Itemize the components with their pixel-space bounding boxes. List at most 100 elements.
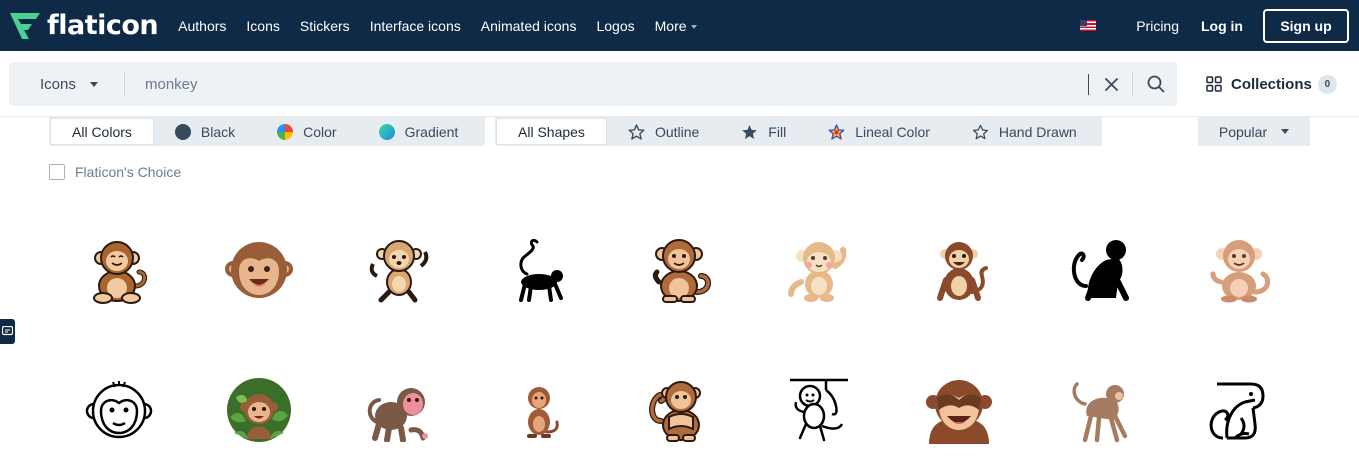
filter-lineal-color-label: Lineal Color xyxy=(855,123,930,140)
result-icon-6[interactable] xyxy=(783,234,855,306)
nav-icons[interactable]: Icons xyxy=(246,18,279,34)
divider xyxy=(124,72,125,96)
chevron-down-icon xyxy=(1281,129,1290,134)
signup-button[interactable]: Sign up xyxy=(1263,8,1349,43)
flaticon-choice-label: Flaticon's Choice xyxy=(75,164,182,180)
sort-select[interactable]: Popular xyxy=(1198,117,1310,146)
result-icon-5[interactable] xyxy=(643,234,715,306)
result-icon-2[interactable] xyxy=(223,234,295,306)
sitting-monkey-icon xyxy=(652,239,711,303)
filter-outline[interactable]: Outline xyxy=(607,117,720,146)
result-icon-3[interactable] xyxy=(363,234,435,306)
star-hand-drawn-icon xyxy=(972,124,988,139)
monkey-face-outline-icon xyxy=(85,381,153,439)
nav-more-label: More xyxy=(654,17,687,34)
result-icon-18[interactable] xyxy=(1203,374,1275,446)
chevron-down-icon xyxy=(89,81,98,87)
black-swatch-icon xyxy=(174,123,191,140)
collections-button[interactable]: Collections 0 xyxy=(1206,62,1337,106)
search-input[interactable]: monkey xyxy=(145,62,198,106)
result-icon-8[interactable] xyxy=(1063,234,1135,306)
filter-lineal-color[interactable]: Lineal Color xyxy=(807,117,951,146)
star-lineal-color-icon xyxy=(828,123,845,140)
filter-gradient[interactable]: Gradient xyxy=(358,117,480,146)
nav-right: Pricing Log in Sign up xyxy=(1080,0,1359,51)
result-icon-7[interactable] xyxy=(923,234,995,306)
sort-label: Popular xyxy=(1218,123,1268,140)
monkey-jungle-icon xyxy=(227,378,291,442)
collections-count-badge: 0 xyxy=(1317,74,1337,94)
search-row: Icons monkey Collections 0 xyxy=(0,51,1359,117)
filter-all-colors[interactable]: All Colors xyxy=(50,118,154,145)
filter-color-label: Color xyxy=(303,123,337,140)
top-navigation: flaticon Authors Icons Stickers Interfac… xyxy=(0,0,1359,51)
filter-outline-label: Outline xyxy=(654,123,700,140)
walking-monkey-icon xyxy=(1072,382,1128,443)
walking-monkey-silhouette-icon xyxy=(519,238,563,302)
brand-name: flaticon xyxy=(47,10,159,41)
result-icon-12[interactable] xyxy=(363,374,435,446)
filter-hand-drawn-label: Hand Drawn xyxy=(998,123,1077,140)
sitting-monkey-icon xyxy=(937,242,988,301)
result-icon-10[interactable] xyxy=(83,374,155,446)
feedback-tab[interactable] xyxy=(0,319,15,344)
result-icon-9[interactable] xyxy=(1203,234,1275,306)
sitting-monkey-silhouette-icon xyxy=(1071,240,1129,301)
flaticon-logo[interactable]: flaticon xyxy=(8,0,159,51)
filter-all-shapes[interactable]: All Shapes xyxy=(496,118,607,145)
star-outline-icon xyxy=(628,123,645,140)
resource-type-label: Icons xyxy=(40,75,76,93)
filter-black-label: Black xyxy=(200,123,236,140)
result-icon-17[interactable] xyxy=(1063,374,1135,446)
filter-gradient-label: Gradient xyxy=(404,123,459,140)
shape-filter-group: All Shapes Outline Fill Lineal Color Han… xyxy=(495,117,1102,146)
filter-fill[interactable]: Fill xyxy=(720,117,807,146)
hiding-monkey-icon xyxy=(649,381,701,442)
nav-stickers[interactable]: Stickers xyxy=(300,18,350,34)
grid-icon xyxy=(1206,76,1222,92)
nav-authors[interactable]: Authors xyxy=(178,18,226,34)
flaticon-choice-filter[interactable]: Flaticon's Choice xyxy=(49,164,181,180)
color-wheel-icon xyxy=(277,123,294,140)
result-icon-4[interactable] xyxy=(503,234,575,306)
result-icon-14[interactable] xyxy=(643,374,715,446)
sitting-monkey-outline-icon xyxy=(1209,382,1265,440)
flaticon-choice-checkbox[interactable] xyxy=(49,164,65,180)
search-button[interactable] xyxy=(1142,70,1170,98)
search-icon xyxy=(1147,75,1165,93)
feedback-icon xyxy=(2,326,13,336)
filter-fill-label: Fill xyxy=(768,123,787,140)
result-icon-13[interactable] xyxy=(503,374,575,446)
search-bar: Icons monkey xyxy=(9,62,1177,106)
star-fill-icon xyxy=(742,124,758,139)
pricing-link[interactable]: Pricing xyxy=(1136,18,1179,34)
nav-more[interactable]: More xyxy=(655,18,697,34)
see-no-evil-monkey-icon xyxy=(926,380,992,444)
nav-logos[interactable]: Logos xyxy=(596,18,634,34)
flaticon-logo-icon xyxy=(10,12,40,39)
nav-animated-icons[interactable]: Animated icons xyxy=(481,18,577,34)
login-link[interactable]: Log in xyxy=(1201,18,1243,34)
collections-label: Collections xyxy=(1231,75,1312,93)
us-flag-icon[interactable] xyxy=(1080,20,1097,31)
text-cursor xyxy=(1088,74,1089,95)
color-filter-group: All Colors Black Color Gradient xyxy=(49,117,485,146)
waving-monkey-icon xyxy=(788,242,847,302)
clear-search-button[interactable] xyxy=(1098,70,1124,98)
filter-hand-drawn[interactable]: Hand Drawn xyxy=(951,117,1098,146)
gradient-swatch-icon xyxy=(378,123,395,140)
hanging-monkey-icon xyxy=(790,378,848,442)
close-icon xyxy=(1104,77,1118,91)
result-icon-16[interactable] xyxy=(923,374,995,446)
divider xyxy=(1132,72,1133,96)
sitting-monkey-icon xyxy=(1210,240,1271,303)
filter-color[interactable]: Color xyxy=(256,117,357,146)
filter-black[interactable]: Black xyxy=(154,117,256,146)
result-icon-1[interactable] xyxy=(83,234,155,306)
resource-type-select[interactable]: Icons xyxy=(9,62,125,106)
nav-interface-icons[interactable]: Interface icons xyxy=(370,18,461,34)
result-icon-15[interactable] xyxy=(783,374,855,446)
dancing-monkey-icon xyxy=(369,240,429,303)
result-icon-11[interactable] xyxy=(223,374,295,446)
macaque-icon xyxy=(367,388,428,442)
